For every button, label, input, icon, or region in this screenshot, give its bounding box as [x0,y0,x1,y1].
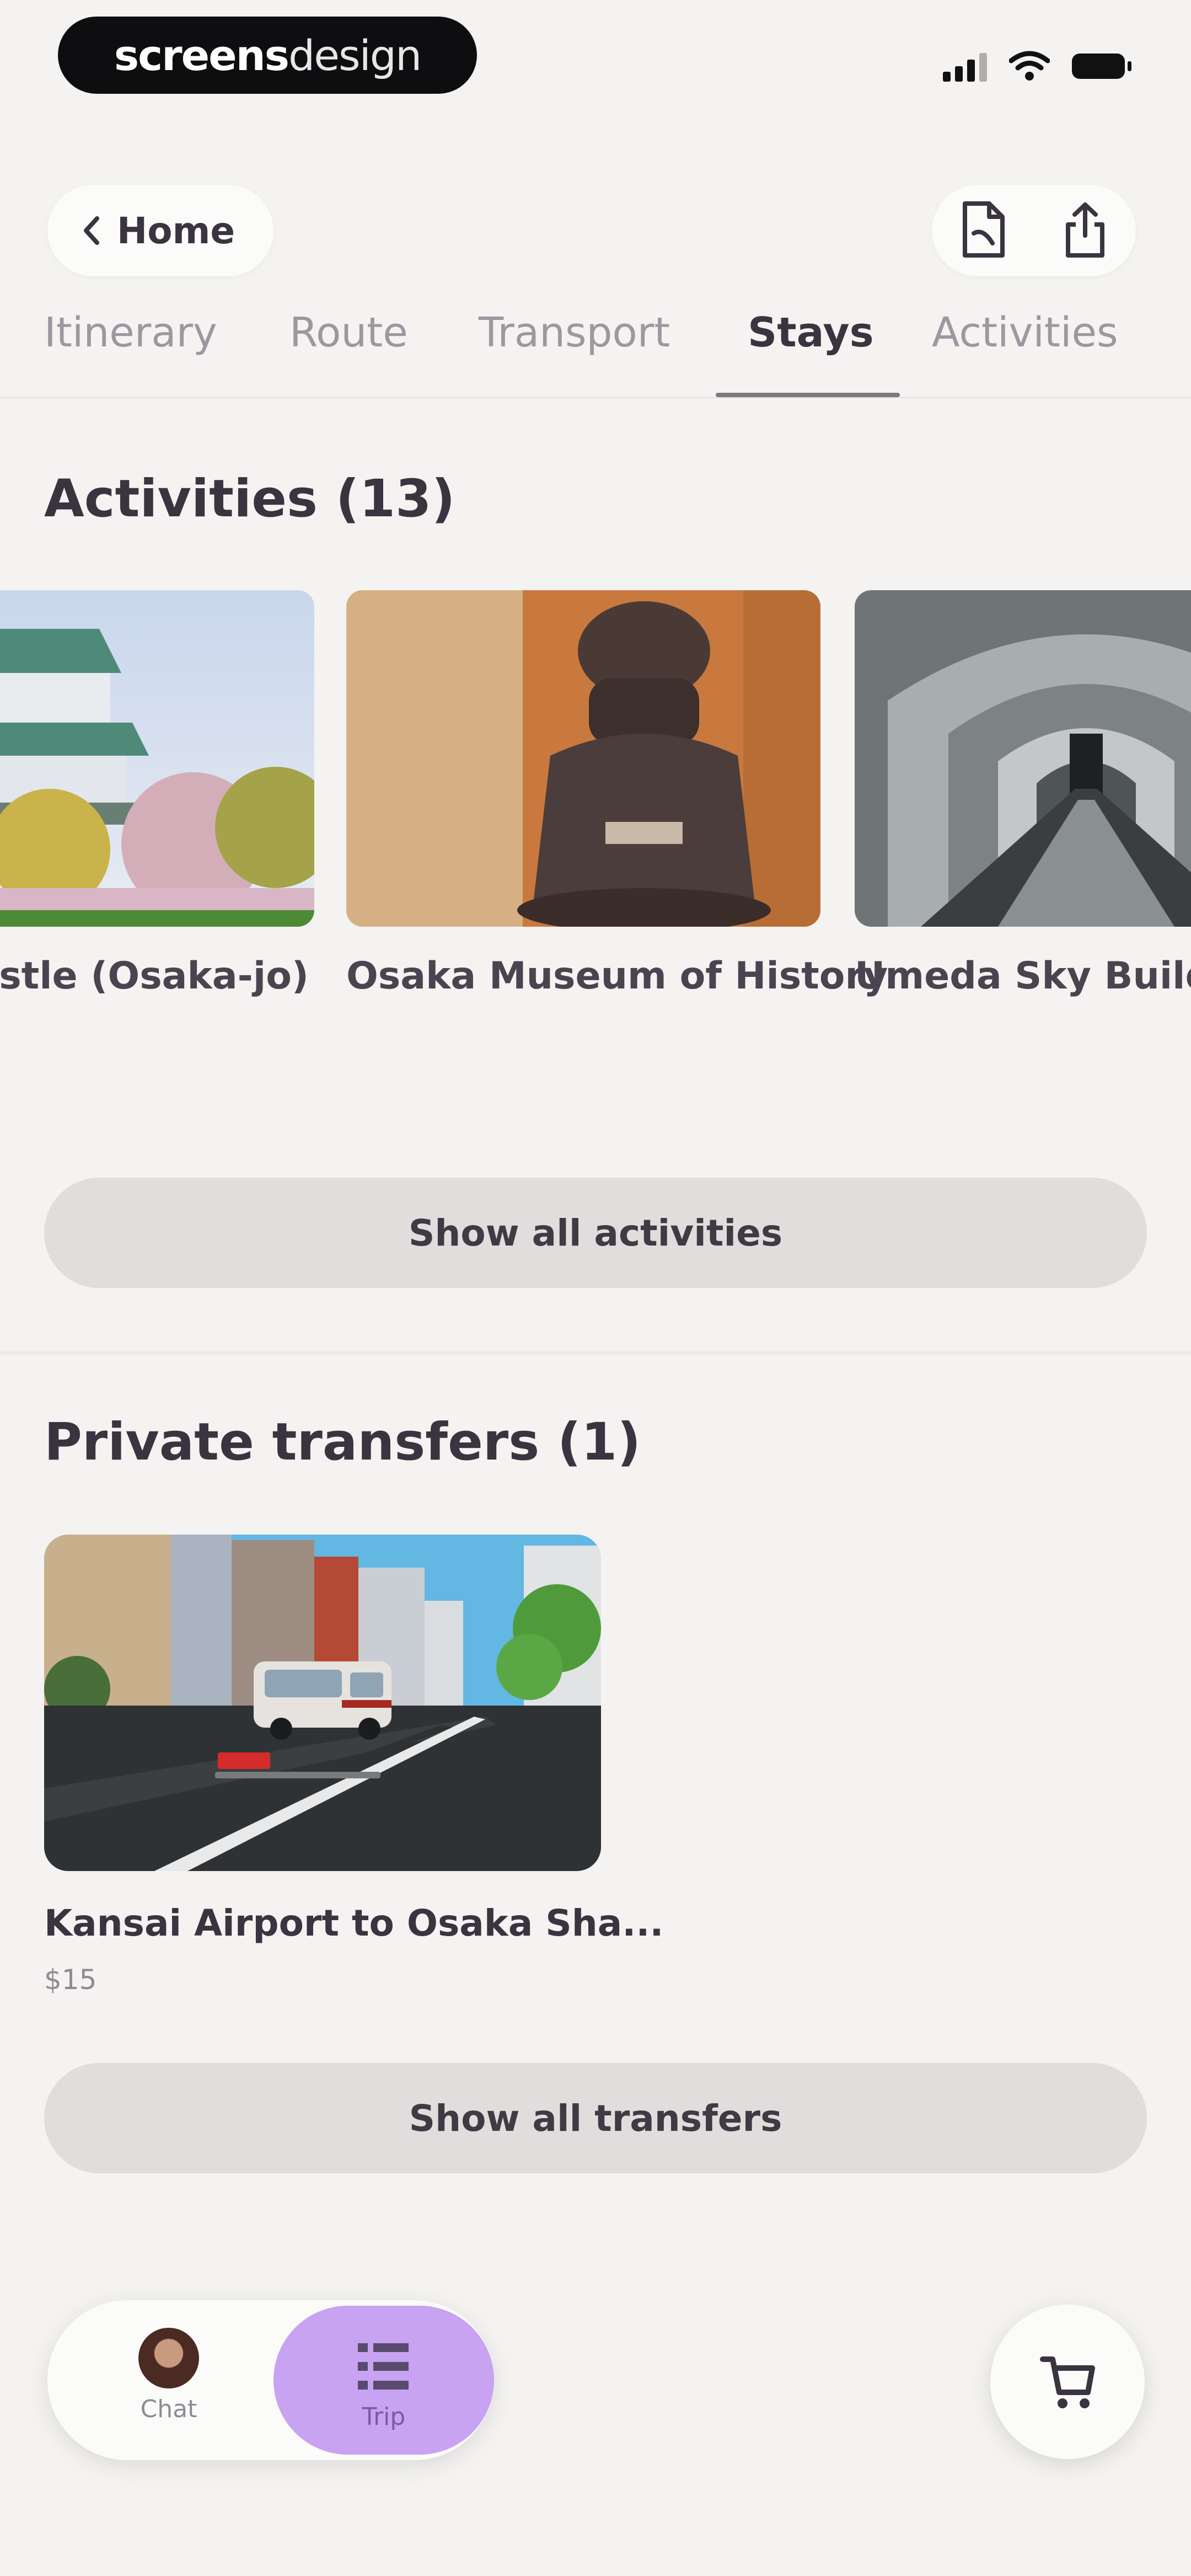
show-all-activities-button[interactable]: Show all activities [44,1178,1147,1288]
status-icons [943,44,1131,88]
activity-image [855,590,1191,927]
activity-name: Umeda Sky Buildin [855,954,1191,998]
transfer-image[interactable] [44,1535,601,1871]
chevron-left-icon [84,216,99,245]
show-all-transfers-button[interactable]: Show all transfers [44,2063,1147,2173]
cart-icon [1040,2356,1095,2408]
signal-icon [943,51,987,82]
avatar [138,2328,199,2388]
tab-itinerary[interactable]: Itinerary [44,309,217,356]
transfer-name: Kansai Airport to Osaka Sha... [44,1902,664,1944]
tab-bar: Itinerary Route Transport Stays Activiti… [0,287,1191,397]
activity-name: Osaka Museum of History [346,954,888,998]
activities-carousel[interactable]: astle (Osaka-jo) Osaka Museum of History [0,590,1191,1020]
activity-card[interactable]: astle (Osaka-jo) [0,590,314,998]
transfers-title: Private transfers (1) [44,1412,641,1472]
brand-light: design [288,30,422,80]
activity-name: astle (Osaka-jo) [0,954,309,998]
document-icon[interactable] [958,200,1008,261]
active-tab-indicator [716,393,900,397]
divider [0,397,1191,398]
nav-chat[interactable]: Chat [130,2328,207,2423]
wifi-icon [1009,51,1050,81]
back-button[interactable]: Home [47,185,274,276]
share-icon[interactable] [1060,200,1110,261]
nav-trip[interactable]: Trip [273,2306,494,2455]
nav-trip-label: Trip [362,2403,406,2431]
activity-card[interactable]: Umeda Sky Buildin [855,590,1191,998]
battery-icon [1072,54,1131,79]
section-divider [0,1351,1191,1355]
brand-logo: screens design [58,17,477,94]
back-label: Home [117,209,235,252]
tab-stays[interactable]: Stays [748,309,874,356]
bottom-nav: Chat Trip [47,2300,494,2460]
transfer-price: $15 [44,1964,97,1996]
activities-title: Activities (13) [44,469,455,529]
activity-image [346,590,820,927]
activity-card[interactable]: Osaka Museum of History [346,590,888,998]
brand-bold: screens [114,30,289,80]
cart-button[interactable] [990,2305,1145,2459]
list-icon [358,2343,409,2390]
tab-activities[interactable]: Activities [932,309,1118,356]
header-actions [932,185,1136,276]
activity-image [0,590,314,927]
tab-transport[interactable]: Transport [479,309,670,356]
tab-route[interactable]: Route [289,309,408,356]
nav-chat-label: Chat [140,2395,197,2423]
